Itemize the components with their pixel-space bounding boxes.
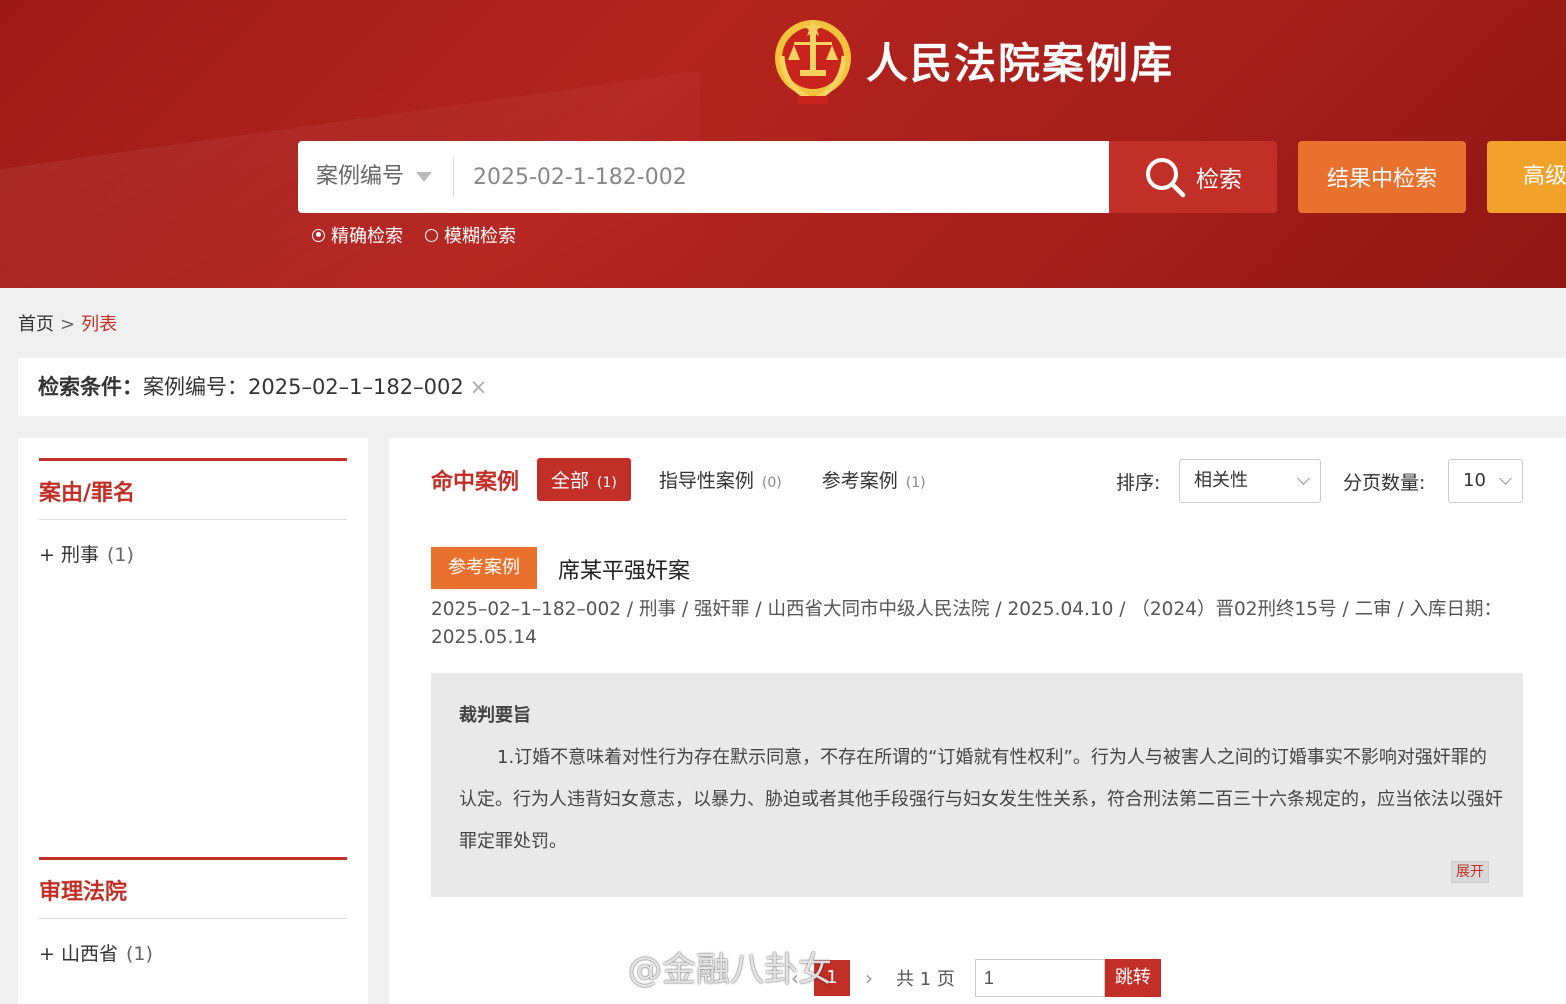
breadcrumb-home[interactable]: 首页 — [18, 314, 54, 335]
search-button-label: 检索 — [1196, 167, 1242, 193]
radio-unselected-icon — [425, 228, 438, 242]
court-emblem-icon — [775, 20, 851, 104]
case-metadata: 2025–02–1–182–002 / 刑事 / 强奸罪 / 山西省大同市中级人… — [431, 599, 1503, 648]
page-size-label: 分页数量: — [1343, 472, 1426, 494]
tab-reference-cases[interactable]: 参考案例 (1) — [822, 466, 926, 493]
summary-text: 1.订婚不意味着对性行为存在默示同意，不存在所谓的“订婚就有性权利”。行为人与被… — [459, 747, 1503, 852]
breadcrumb-separator: > — [60, 314, 76, 335]
summary-heading: 裁判要旨 — [459, 705, 531, 726]
filter-section-cause: 案由/罪名 + 刑事 (1) — [39, 458, 347, 567]
site-header: 人民法院案例库 案例编号 检索 结果中检索 高级 精确检索 模糊检索 — [0, 0, 1566, 288]
sort-label: 排序: — [1116, 472, 1161, 494]
filter-item-label: + 山西省 — [39, 943, 118, 965]
tab-guiding-cases[interactable]: 指导性案例 (0) — [659, 466, 782, 493]
search-type-dropdown[interactable]: 案例编号 — [316, 141, 433, 213]
search-input[interactable] — [473, 157, 1073, 197]
fuzzy-search-label: 模糊检索 — [444, 226, 516, 247]
search-condition-bar: 检索条件：案例编号：2025–02–1–182–002 × — [18, 358, 1566, 416]
pagination: ‹ 1 › 共 1 页 跳转 — [780, 958, 1161, 998]
result-tabs: 命中案例 全部 (1) 指导性案例 (0) 参考案例 (1) — [431, 458, 966, 501]
filter-item-label: + 刑事 — [39, 544, 99, 566]
expand-button[interactable]: 展开 — [1451, 861, 1489, 883]
results-heading: 命中案例 — [431, 469, 520, 495]
search-type-label: 案例编号 — [316, 164, 405, 189]
chevron-down-icon — [1297, 472, 1310, 485]
results-panel: 命中案例 全部 (1) 指导性案例 (0) 参考案例 (1) 排序: 相关性 分页数量… — [389, 438, 1566, 1004]
fuzzy-search-radio[interactable]: 模糊检索 — [425, 222, 516, 248]
remove-condition-icon[interactable]: × — [470, 375, 488, 399]
divider — [453, 157, 454, 197]
next-page-button[interactable]: › — [854, 966, 884, 990]
tab-count: (0) — [761, 475, 782, 491]
filter-item-shanxi[interactable]: + 山西省 (1) — [39, 939, 347, 966]
search-box: 案例编号 — [298, 141, 1109, 213]
tab-count: (1) — [905, 475, 926, 491]
filter-section-court: 审理法院 + 山西省 (1) — [39, 857, 347, 966]
search-in-results-button[interactable]: 结果中检索 — [1298, 141, 1466, 213]
radio-selected-icon — [312, 228, 325, 242]
filter-item-count: (1) — [106, 544, 134, 566]
tab-label: 指导性案例 — [658, 470, 754, 492]
case-title-link[interactable]: 席某平强奸案 — [558, 553, 690, 585]
condition-label: 检索条件： — [38, 375, 143, 399]
jump-button[interactable]: 跳转 — [1104, 959, 1161, 997]
search-button[interactable]: 检索 — [1109, 141, 1277, 213]
total-pages: 共 1 页 — [896, 969, 955, 990]
exact-search-label: 精确检索 — [331, 226, 403, 247]
exact-search-radio[interactable]: 精确检索 — [312, 222, 403, 248]
caret-down-icon — [416, 172, 433, 182]
sort-value: 相关性 — [1194, 470, 1248, 491]
tab-count: (1) — [597, 475, 617, 491]
tab-label: 全部 — [551, 470, 590, 492]
page-size-value: 10 — [1463, 470, 1486, 491]
filter-item-criminal[interactable]: + 刑事 (1) — [39, 540, 347, 567]
chevron-down-icon — [1499, 472, 1512, 485]
case-summary: 裁判要旨 1.订婚不意味着对性行为存在默示同意，不存在所谓的“订婚就有性权利”。… — [431, 673, 1523, 897]
search-icon — [1146, 158, 1186, 198]
breadcrumb: 首页 > 列表 — [18, 310, 117, 336]
filter-sidebar: 案由/罪名 + 刑事 (1) 审理法院 + 山西省 (1) — [18, 438, 368, 1004]
jump-page-input[interactable] — [974, 959, 1105, 997]
breadcrumb-current: 列表 — [81, 314, 118, 335]
filter-item-count: (1) — [125, 943, 153, 965]
case-type-badge: 参考案例 — [431, 547, 537, 589]
watermark: @金融八卦女 — [628, 950, 832, 990]
condition-text: 案例编号：2025–02–1–182–002 — [143, 375, 464, 399]
filter-section-title: 案由/罪名 — [39, 461, 347, 520]
tab-label: 参考案例 — [821, 470, 898, 492]
search-mode-group: 精确检索 模糊检索 — [312, 222, 516, 248]
advanced-search-button[interactable]: 高级 — [1487, 141, 1566, 213]
tab-all[interactable]: 全部 (1) — [537, 458, 631, 501]
filter-section-title: 审理法院 — [39, 860, 347, 919]
sort-select[interactable]: 相关性 — [1179, 459, 1321, 503]
site-title: 人民法院案例库 — [866, 39, 1175, 88]
page-size-select[interactable]: 10 — [1448, 459, 1523, 503]
